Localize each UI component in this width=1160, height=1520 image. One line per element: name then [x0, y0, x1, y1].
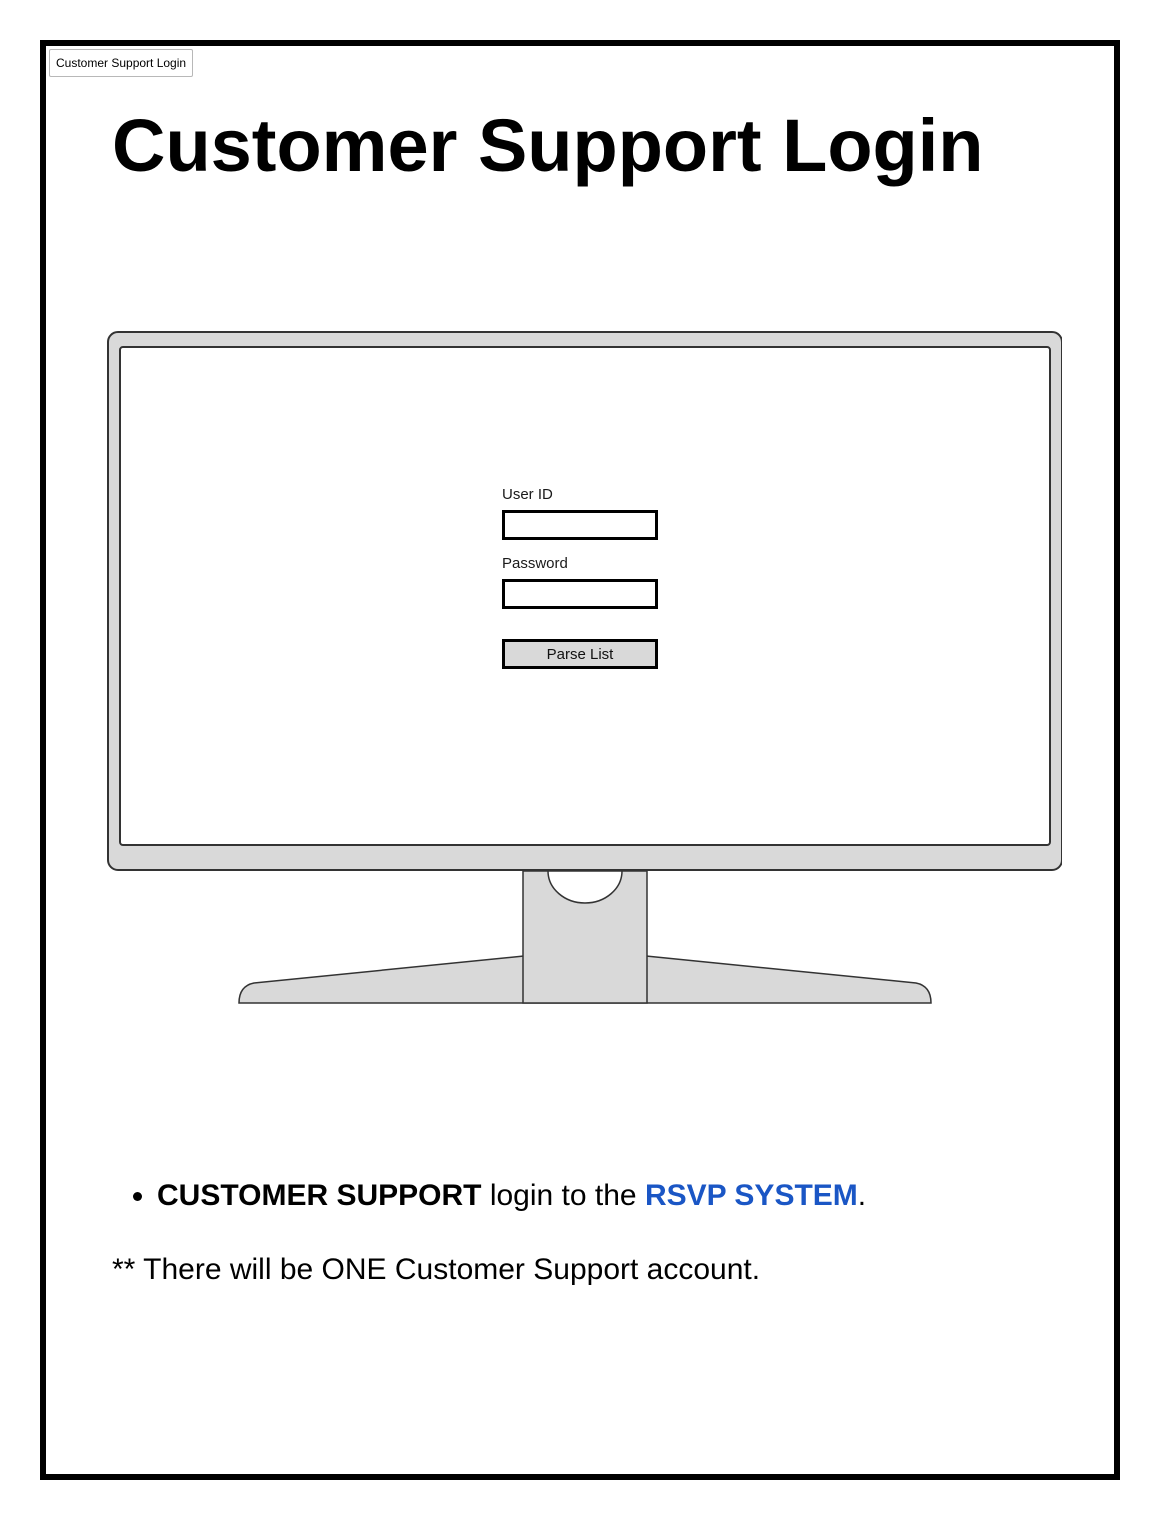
- account-note: ** There will be ONE Customer Support ac…: [112, 1253, 761, 1286]
- window-tab-label[interactable]: Customer Support Login: [49, 49, 194, 77]
- parse-list-button[interactable]: Parse List: [502, 639, 658, 669]
- notes-list: CUSTOMER SUPPORT login to the RSVP SYSTE…: [112, 1178, 866, 1214]
- list-item: CUSTOMER SUPPORT login to the RSVP SYSTE…: [157, 1178, 866, 1214]
- password-input[interactable]: [502, 579, 658, 609]
- form-spacer: [502, 540, 662, 555]
- bullet-text: login to the: [481, 1179, 645, 1212]
- system-name: RSVP SYSTEM: [644, 1179, 858, 1212]
- user-id-label: User ID: [502, 486, 553, 503]
- password-label: Password: [502, 555, 568, 572]
- login-form: User ID Password Parse List: [502, 486, 662, 669]
- bullet-period: .: [857, 1179, 867, 1212]
- user-id-input[interactable]: [502, 510, 658, 540]
- role-name: CUSTOMER SUPPORT: [157, 1179, 482, 1212]
- page-title: Customer Support Login: [112, 104, 984, 187]
- page-frame: Customer Support Login Customer Support …: [40, 40, 1120, 1480]
- form-spacer: [502, 609, 662, 639]
